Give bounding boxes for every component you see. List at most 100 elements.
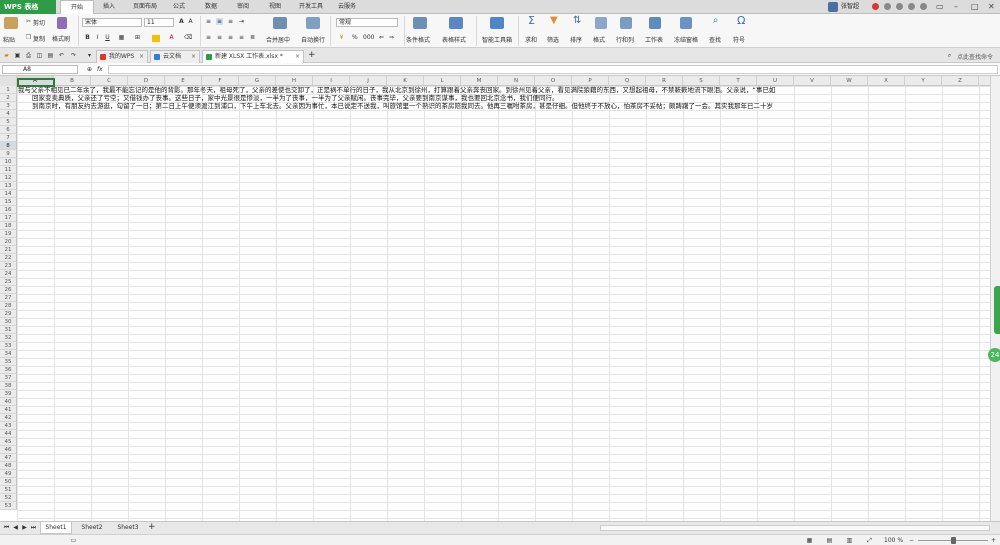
row-header-44[interactable]: 44 [0, 430, 17, 438]
zoom-in-icon[interactable]: + [990, 537, 997, 544]
decrease-decimal-icon[interactable]: ⇒ [388, 34, 395, 41]
column-header-d[interactable]: D [128, 76, 165, 86]
column-header-s[interactable]: S [683, 76, 720, 86]
column-header-h[interactable]: H [276, 76, 313, 86]
freeze-panes-button[interactable]: 冻结窗格 [674, 35, 698, 44]
row-header-19[interactable]: 19 [0, 230, 17, 238]
row-header-18[interactable]: 18 [0, 222, 17, 230]
worksheet-button[interactable]: 工作表 [645, 35, 663, 44]
row-header-38[interactable]: 38 [0, 382, 17, 390]
find-icon[interactable]: ⌕ [712, 16, 719, 26]
undo-icon[interactable]: ↶ [58, 52, 65, 59]
column-header-i[interactable]: I [313, 76, 350, 86]
tab-data[interactable]: 数据 [196, 0, 226, 14]
row-header-23[interactable]: 23 [0, 262, 17, 270]
formula-input[interactable] [108, 65, 998, 74]
column-header-j[interactable]: J [350, 76, 387, 86]
row-header-14[interactable]: 14 [0, 190, 17, 198]
tab-view[interactable]: 视图 [260, 0, 290, 14]
format-painter-icon[interactable] [57, 17, 67, 29]
open-folder-icon[interactable]: ▰ [3, 52, 10, 59]
paste-icon[interactable] [4, 17, 18, 29]
row-header-26[interactable]: 26 [0, 286, 17, 294]
prev-sheet-icon[interactable]: ◀ [12, 524, 19, 531]
format-icon[interactable] [595, 17, 607, 29]
column-header-q[interactable]: Q [609, 76, 646, 86]
side-panel-handle[interactable] [994, 286, 1000, 334]
tab-review[interactable]: 审阅 [228, 0, 258, 14]
minimize-icon[interactable]: – [954, 0, 958, 14]
column-header-k[interactable]: K [387, 76, 424, 86]
row-header-27[interactable]: 27 [0, 294, 17, 302]
font-size-select[interactable]: 11 [144, 18, 174, 27]
column-header-b[interactable]: B [54, 76, 91, 86]
selected-cell-a8[interactable] [17, 78, 55, 87]
tab-insert[interactable]: 插入 [94, 0, 124, 14]
column-header-z[interactable]: Z [942, 76, 979, 86]
underline-button[interactable]: U [104, 34, 111, 41]
column-header-y[interactable]: Y [905, 76, 942, 86]
row-header-11[interactable]: 11 [0, 166, 17, 174]
tab-home[interactable]: 开始 [60, 0, 94, 14]
justify-icon[interactable]: ≡ [238, 34, 245, 41]
conditional-format-icon[interactable] [413, 17, 427, 29]
smart-toolbox-icon[interactable] [490, 17, 504, 29]
doc-tab-my-wps[interactable]: 我的WPS × [96, 50, 148, 63]
paste-button[interactable]: 粘贴 [3, 35, 15, 44]
copy-icon[interactable]: ❐ [25, 34, 32, 41]
print-preview-icon[interactable]: ◫ [36, 52, 43, 59]
normal-view-icon[interactable]: ▦ [806, 537, 813, 544]
close-icon[interactable]: ✕ [988, 0, 995, 14]
filter-button[interactable]: 筛选 [547, 35, 559, 44]
wps-app-menu-button[interactable]: WPS 表格 [0, 0, 56, 14]
restore-ribbon-icon[interactable]: ▭ [936, 0, 944, 14]
column-header-u[interactable]: U [757, 76, 794, 86]
doc-tab-cloud-docs[interactable]: 云文档 × [150, 50, 200, 63]
command-search-input[interactable]: 点此查找命令 [957, 52, 993, 61]
row-header-16[interactable]: 16 [0, 206, 17, 214]
row-header-9[interactable]: 9 [0, 150, 17, 158]
row-header-49[interactable]: 49 [0, 470, 17, 478]
redo-icon[interactable]: ↷ [70, 52, 77, 59]
sum-icon[interactable]: Σ [528, 15, 535, 26]
last-sheet-icon[interactable]: ⏭ [30, 524, 37, 531]
tab-developer[interactable]: 开发工具 [292, 0, 330, 14]
row-header-7[interactable]: 7 [0, 134, 17, 142]
cut-icon[interactable]: ✂ [25, 18, 32, 25]
settings-icon[interactable] [896, 3, 903, 10]
row-header-47[interactable]: 47 [0, 454, 17, 462]
font-name-select[interactable]: 宋体 [82, 18, 142, 27]
row-header-39[interactable]: 39 [0, 390, 17, 398]
table-style-icon[interactable] [449, 17, 463, 29]
tab-formulas[interactable]: 公式 [164, 0, 194, 14]
bold-button[interactable]: B [84, 34, 91, 41]
currency-icon[interactable]: ¥ [338, 34, 345, 41]
tab-cloud-service[interactable]: 云服务 [330, 0, 364, 14]
add-sheet-icon[interactable]: + [148, 523, 156, 532]
close-tab-icon[interactable]: × [191, 51, 196, 63]
column-header-m[interactable]: M [461, 76, 498, 86]
tab-page-layout[interactable]: 页面布局 [126, 0, 164, 14]
zoom-level[interactable]: 100 % [884, 535, 903, 545]
row-header-42[interactable]: 42 [0, 414, 17, 422]
column-header-g[interactable]: G [239, 76, 276, 86]
table-style-button[interactable]: 表格样式 [442, 35, 466, 44]
row-header-4[interactable]: 4 [0, 110, 17, 118]
column-header-r[interactable]: R [646, 76, 683, 86]
row-header-51[interactable]: 51 [0, 486, 17, 494]
sheet-tab-sheet3[interactable]: Sheet3 [112, 522, 144, 534]
row-header-8[interactable]: 8 [0, 142, 17, 150]
row-header-35[interactable]: 35 [0, 358, 17, 366]
export-pdf-icon[interactable]: ▤ [47, 52, 54, 59]
symbol-icon[interactable]: Ω [737, 15, 745, 26]
row-header-6[interactable]: 6 [0, 126, 17, 134]
conditional-format-button[interactable]: 条件格式 [406, 35, 430, 44]
font-color-icon[interactable]: A [168, 34, 175, 41]
row-header-46[interactable]: 46 [0, 446, 17, 454]
worksheet-icon[interactable] [649, 17, 661, 29]
new-tab-icon[interactable]: + [308, 51, 316, 60]
column-header-w[interactable]: W [831, 76, 868, 86]
row-header-50[interactable]: 50 [0, 478, 17, 486]
indent-icon[interactable]: ⇥ [238, 18, 245, 25]
filter-icon[interactable]: ▼ [550, 16, 558, 26]
